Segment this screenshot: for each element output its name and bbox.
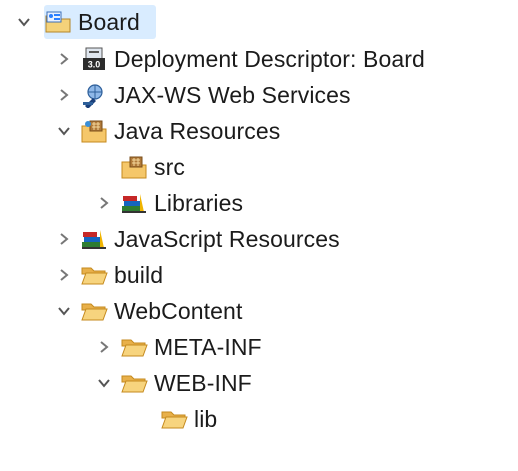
- tree-item-label: META-INF: [154, 334, 262, 360]
- chevron-right-icon[interactable]: [54, 229, 74, 249]
- folder-icon: [120, 334, 148, 360]
- java-resources-icon: [80, 118, 108, 144]
- chevron-down-icon[interactable]: [94, 373, 114, 393]
- tree-item-label: JAX-WS Web Services: [114, 82, 351, 108]
- folder-icon: [80, 298, 108, 324]
- libraries-icon: [80, 226, 108, 252]
- tree-item-src[interactable]: src: [94, 149, 185, 185]
- tree-item-label: Deployment Descriptor: Board: [114, 46, 425, 72]
- folder-icon: [120, 370, 148, 396]
- deployment-descriptor-icon: 3.0: [80, 46, 108, 72]
- chevron-right-icon[interactable]: [94, 337, 114, 357]
- tree-item-label: JavaScript Resources: [114, 226, 340, 252]
- tree-item-java-resources[interactable]: Java Resources: [54, 113, 280, 149]
- project-icon: [44, 9, 72, 35]
- tree-item-label: WebContent: [114, 298, 243, 324]
- project-explorer-tree: Board 3.0 Deployment Descriptor: Board J…: [0, 0, 518, 471]
- folder-icon: [80, 262, 108, 288]
- tree-item-javascript-resources[interactable]: JavaScript Resources: [54, 221, 340, 257]
- tree-item-label: WEB-INF: [154, 370, 252, 396]
- tree-item-label: build: [114, 262, 164, 288]
- svg-text:3.0: 3.0: [88, 60, 101, 70]
- web-services-icon: [80, 82, 108, 108]
- tree-item-label: lib: [194, 406, 218, 432]
- tree-item-lib[interactable]: lib: [134, 401, 217, 437]
- chevron-down-icon[interactable]: [54, 301, 74, 321]
- tree-item-meta-inf[interactable]: META-INF: [94, 329, 262, 365]
- tree-item-build[interactable]: build: [54, 257, 163, 293]
- tree-item-label: Libraries: [154, 190, 244, 216]
- chevron-down-icon[interactable]: [14, 12, 34, 32]
- folder-icon: [160, 406, 188, 432]
- tree-item-libraries[interactable]: Libraries: [94, 185, 243, 221]
- chevron-right-icon[interactable]: [54, 49, 74, 69]
- tree-item-board[interactable]: Board: [14, 4, 140, 40]
- source-folder-icon: [120, 154, 148, 180]
- tree-item-label: src: [154, 154, 185, 180]
- tree-item-webcontent[interactable]: WebContent: [54, 293, 242, 329]
- tree-item-jax-ws-web-services[interactable]: JAX-WS Web Services: [54, 77, 351, 113]
- chevron-right-icon[interactable]: [54, 85, 74, 105]
- chevron-right-icon[interactable]: [54, 265, 74, 285]
- chevron-right-icon[interactable]: [94, 193, 114, 213]
- tree-item-label: Java Resources: [114, 118, 281, 144]
- chevron-down-icon[interactable]: [54, 121, 74, 141]
- libraries-icon: [120, 190, 148, 216]
- tree-item-deployment-descriptor[interactable]: 3.0 Deployment Descriptor: Board: [54, 41, 425, 77]
- tree-item-label: Board: [78, 9, 140, 35]
- tree-item-web-inf[interactable]: WEB-INF: [94, 365, 252, 401]
